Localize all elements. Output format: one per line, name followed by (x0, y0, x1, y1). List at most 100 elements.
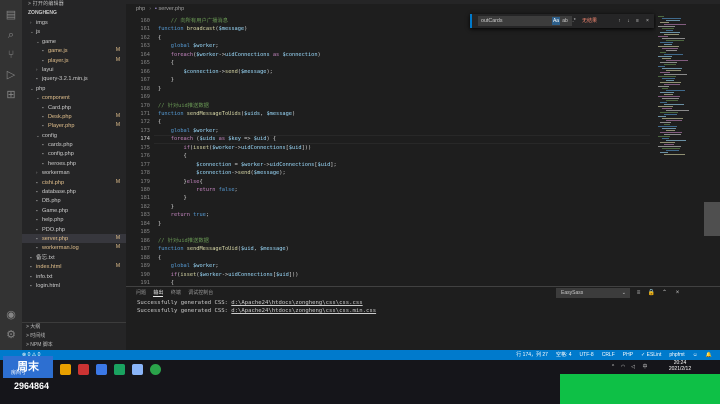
search-icon[interactable]: ⌕ (4, 28, 18, 42)
modified-badge: M (115, 56, 120, 63)
tree-item[interactable]: ⌄ game (22, 37, 126, 46)
browser-icon[interactable] (114, 364, 125, 375)
ime-icon[interactable]: 中 (642, 364, 648, 370)
tree-item[interactable]: ▪ heroes.php (22, 159, 126, 168)
tree-item-label: heroes.php (48, 160, 76, 167)
code-line: function broadcast($message) (158, 26, 248, 33)
status-item[interactable]: ✓ ESLint (641, 352, 661, 358)
breadcrumb-folder[interactable]: php (136, 6, 145, 12)
tree-item[interactable]: ▪ config.php (22, 149, 126, 158)
volume-icon[interactable]: ◁ (630, 364, 636, 370)
tree-item[interactable]: ⌄ config (22, 131, 126, 140)
find-in-selection-button[interactable]: ≡ (634, 17, 641, 25)
tree-item[interactable]: ▪ 备忘.txt (22, 253, 126, 262)
minimap-line (658, 86, 669, 87)
explorer-icon[interactable]: ▤ (4, 8, 18, 22)
tree-item[interactable]: ▪ game.js M (22, 46, 126, 55)
outline-section[interactable]: > 大纲 (22, 323, 126, 332)
breadcrumb-file[interactable]: server.php (159, 6, 185, 12)
tree-item[interactable]: ▪ Card.php (22, 103, 126, 112)
tree-item[interactable]: › imgs (22, 18, 126, 27)
gear-icon[interactable]: ⚙ (4, 328, 18, 342)
breadcrumb: php › ▪ server.php (126, 4, 720, 14)
status-item[interactable]: 行 174，列 27 (516, 352, 548, 358)
clock-date: 2021/2/12 (668, 366, 692, 372)
npm-scripts-section[interactable]: > NPM 脚本 (22, 341, 126, 350)
output-channel-select[interactable]: EasySass ⌄ (556, 288, 630, 298)
regex-toggle[interactable]: .* (570, 17, 578, 25)
extensions-icon[interactable]: ⊞ (4, 88, 18, 102)
room-label: 房间号 (11, 370, 27, 376)
tree-item[interactable]: ▪ Player.php M (22, 121, 126, 130)
vscode-taskbar-icon[interactable] (96, 364, 107, 375)
code-editor[interactable]: // 向所有用户广播消息 function broadcast($message)… (154, 14, 650, 286)
timeline-section[interactable]: > 时间线 (22, 332, 126, 341)
minimap-line (662, 128, 676, 129)
account-icon[interactable]: ◉ (4, 308, 18, 322)
whole-word-toggle[interactable]: ab (561, 17, 569, 25)
code-line: return false; (158, 187, 238, 193)
tree-item[interactable]: ▪ player.js M (22, 56, 126, 65)
taskbar-clock[interactable]: 20:24 2021/2/12 (660, 360, 700, 374)
wechat-icon[interactable] (150, 364, 161, 375)
tree-item[interactable]: ▪ database.php (22, 187, 126, 196)
app-icon[interactable] (132, 364, 143, 375)
tab-debug-console[interactable]: 调试控制台 (188, 290, 213, 296)
match-case-toggle[interactable]: Aa (552, 17, 560, 25)
network-icon[interactable]: ◠ (620, 364, 626, 370)
tree-item[interactable]: ▪ workerman.log M (22, 243, 126, 252)
tree-item[interactable]: ▪ index.html M (22, 262, 126, 271)
line-number: 164 (140, 51, 150, 58)
status-item[interactable]: ☺ (693, 352, 698, 358)
tree-item[interactable]: ▪ DB.php (22, 196, 126, 205)
open-editors-header[interactable]: > 打开的编辑器 (22, 0, 126, 9)
editor-scrollbar[interactable] (704, 14, 720, 286)
file-manager-icon[interactable] (60, 364, 71, 375)
tree-item[interactable]: ⌄ php (22, 84, 126, 93)
tab-problems[interactable]: 问题 (136, 290, 146, 296)
status-item[interactable]: 空格: 4 (556, 352, 572, 358)
tree-item[interactable]: ▪ Desk.php M (22, 112, 126, 121)
status-item[interactable]: phpfmt (669, 352, 684, 358)
tree-item[interactable]: ▪ jquery-3.2.1.min.js (22, 74, 126, 83)
lock-scroll-icon[interactable]: 🔒 (647, 288, 656, 298)
maximize-panel-icon[interactable]: ⌃ (660, 288, 669, 298)
tree-item[interactable]: ▪ server.php M (22, 233, 126, 244)
find-widget: outCards Aa ab .* 无结果 ↑ ↓ ≡ × (470, 14, 654, 28)
project-name[interactable]: ZONGHENG (22, 9, 126, 18)
tab-terminal[interactable]: 终端 (171, 290, 181, 296)
status-item[interactable]: 🔔 (706, 352, 712, 358)
tree-item[interactable]: ⌄ js (22, 27, 126, 36)
minimap-line (664, 74, 687, 75)
previous-match-button[interactable]: ↑ (616, 17, 623, 25)
minimap-line (664, 114, 677, 115)
close-panel-icon[interactable]: × (673, 288, 682, 298)
tree-item[interactable]: ▪ login.html (22, 281, 126, 290)
tree-item-label: database.php (42, 189, 76, 196)
minimap[interactable] (656, 14, 704, 286)
tray-icon[interactable]: ^ (610, 364, 616, 370)
editor-scroll-thumb[interactable] (704, 202, 720, 236)
tree-item[interactable]: ▪ Game.php (22, 206, 126, 215)
source-control-icon[interactable]: ⑂ (4, 48, 18, 62)
app-icon[interactable] (78, 364, 89, 375)
tree-item[interactable]: ▪ cards.php (22, 140, 126, 149)
next-match-button[interactable]: ↓ (625, 17, 632, 25)
tree-item[interactable]: ▪ info.txt (22, 272, 126, 281)
status-item[interactable]: UTF-8 (580, 352, 594, 358)
tree-item[interactable]: ⌄ component (22, 93, 126, 102)
tab-output[interactable]: 输出 (153, 290, 164, 297)
clear-output-icon[interactable]: ≡ (634, 288, 643, 298)
status-item[interactable]: PHP (623, 352, 633, 358)
tree-item[interactable]: › layui (22, 65, 126, 74)
run-debug-icon[interactable]: ▷ (4, 68, 18, 82)
close-find-button[interactable]: × (644, 17, 651, 25)
code-line: $connection = $worker->uidConnections[$u… (196, 161, 337, 168)
code-line: // 向所有用户广播消息 (170, 18, 229, 24)
tree-item[interactable]: ▪ cishi.php M (22, 178, 126, 187)
tree-item[interactable]: › workerman (22, 168, 126, 177)
tree-item[interactable]: ▪ help.php (22, 215, 126, 224)
status-item[interactable]: CRLF (602, 352, 615, 358)
tree-item-label: Player.php (48, 123, 75, 130)
tree-item[interactable]: ▪ PDO.php (22, 225, 126, 234)
